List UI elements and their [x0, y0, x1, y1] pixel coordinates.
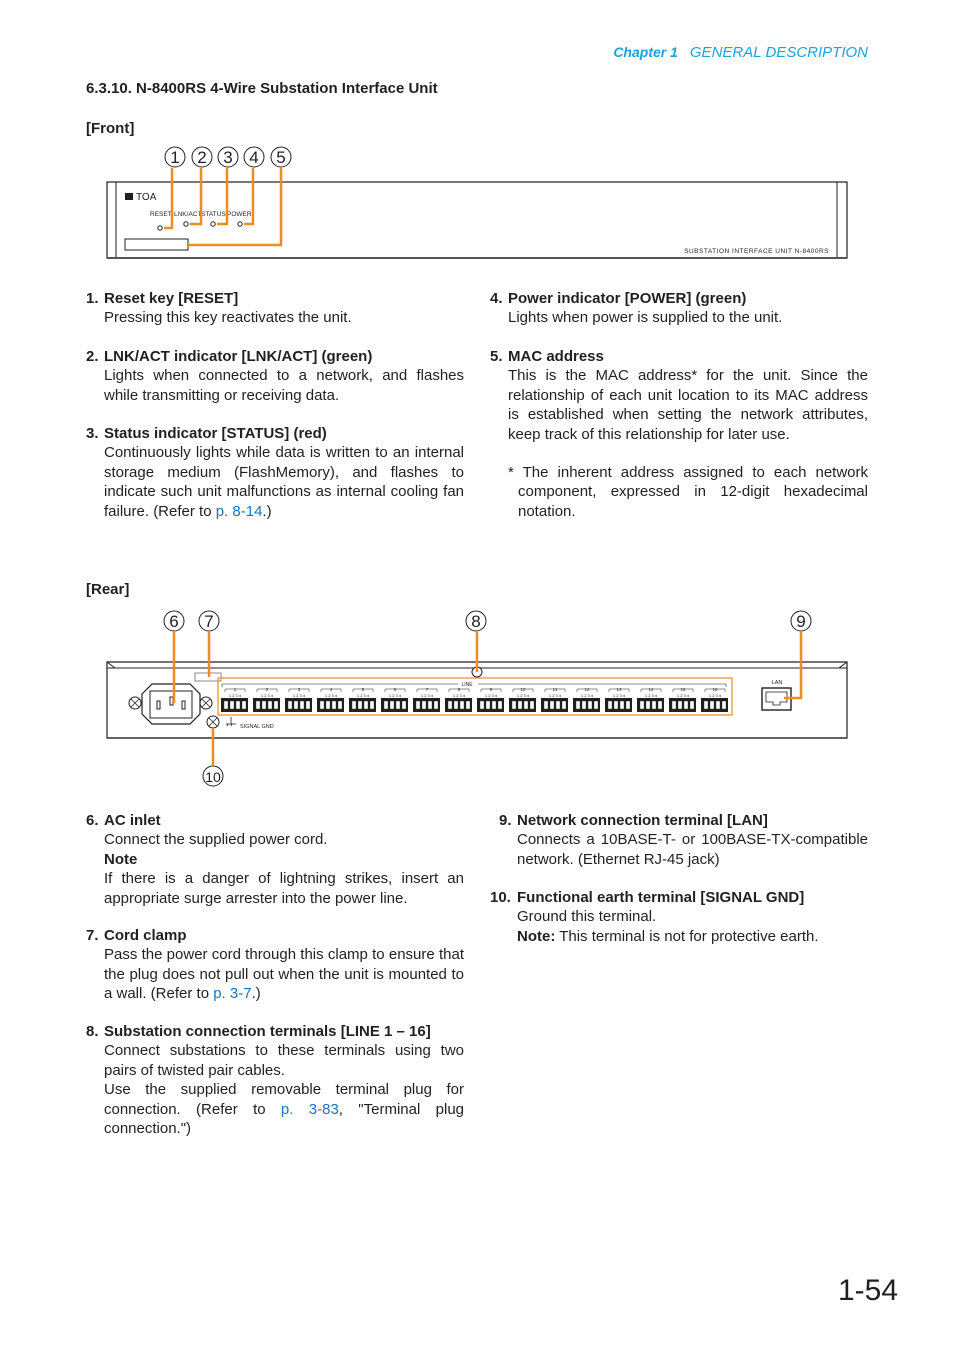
mac-address-label	[124, 238, 189, 251]
svg-text:LINE: LINE	[461, 682, 473, 688]
rear-item-9: 9. Network connection terminal [LAN] Conn…	[499, 812, 868, 868]
svg-text:4: 4	[249, 148, 258, 167]
svg-text:1 2 3 4: 1 2 3 4	[485, 693, 498, 698]
svg-text:SIGNAL GND: SIGNAL GND	[240, 724, 274, 730]
svg-text:1 2 3 4: 1 2 3 4	[581, 693, 594, 698]
svg-text:12: 12	[584, 687, 590, 692]
svg-text:1 2 3 4: 1 2 3 4	[613, 693, 626, 698]
svg-text:LAN: LAN	[772, 680, 783, 686]
reset-key	[157, 225, 163, 231]
page-link[interactable]: p. 8-14	[216, 503, 263, 520]
svg-text:10: 10	[205, 769, 221, 785]
svg-text:8: 8	[471, 612, 480, 631]
reset-label: RESET	[150, 211, 172, 218]
rear-panel-diagram: SIGNAL GND LINE 11 2 3 421 2 3 431 2 3 4…	[106, 610, 848, 787]
svg-text:1 2 3 4: 1 2 3 4	[549, 693, 562, 698]
page-number: 1-54	[837, 1274, 898, 1307]
callout-4: 4	[243, 146, 265, 168]
callout-1: 1	[164, 146, 186, 168]
callout-5: 5	[270, 146, 292, 168]
svg-text:1 2 3 4: 1 2 3 4	[645, 693, 658, 698]
model-text: SUBSTATION INTERFACE UNIT N-8400RS	[684, 248, 829, 255]
status-label: STATUS	[201, 211, 226, 218]
front-label: [Front]	[86, 120, 135, 137]
svg-text:TOA: TOA	[136, 192, 157, 203]
status-led	[210, 221, 216, 227]
chapter-label: Chapter 1	[613, 44, 678, 60]
svg-text:1 2 3 4: 1 2 3 4	[261, 693, 274, 698]
rear-item-8: 8. Substation connection terminals [LINE …	[86, 1023, 464, 1138]
page-link[interactable]: p. 3-83	[281, 1101, 339, 1118]
svg-text:13: 13	[616, 687, 622, 692]
front-panel-diagram: TOA RESET LNK/ACT STATUS POWER SUBSTATIO…	[106, 146, 848, 259]
page-link[interactable]: p. 3-7	[213, 985, 251, 1002]
rear-item-7: 7. Cord clamp Pass the power cord through…	[86, 927, 464, 1003]
svg-text:14: 14	[648, 687, 654, 692]
svg-text:11: 11	[553, 687, 558, 692]
callout-10: 10	[202, 765, 224, 787]
running-header: Chapter 1 GENERAL DESCRIPTION	[613, 44, 868, 61]
lnk-act-label: LNK/ACT	[174, 211, 201, 218]
svg-text:5: 5	[276, 148, 285, 167]
svg-text:3: 3	[223, 148, 232, 167]
front-item-2: 2. LNK/ACT indicator [LNK/ACT] (green) Li…	[86, 348, 464, 404]
svg-text:1 2 3 4: 1 2 3 4	[709, 693, 722, 698]
power-led	[237, 221, 243, 227]
rear-item-10: 10. Functional earth terminal [SIGNAL GND…	[490, 889, 819, 945]
front-item-4: 4. Power indicator [POWER] (green) Lights…	[490, 290, 783, 327]
svg-text:1 2 3 4: 1 2 3 4	[389, 693, 402, 698]
front-callouts: 12345	[164, 146, 292, 168]
svg-text:9: 9	[796, 612, 805, 631]
chapter-title: GENERAL DESCRIPTION	[689, 44, 868, 61]
svg-text:1 2 3 4: 1 2 3 4	[325, 693, 338, 698]
front-item-3: 3. Status indicator [STATUS] (red) Contin…	[86, 425, 464, 520]
svg-text:1 2 3 4: 1 2 3 4	[421, 693, 434, 698]
rear-label: [Rear]	[86, 581, 130, 598]
svg-text:1 2 3 4: 1 2 3 4	[517, 693, 530, 698]
callout-9: 9	[790, 610, 812, 632]
svg-text:2: 2	[197, 148, 206, 167]
rear-item-6: 6. AC inlet Connect the supplied power co…	[86, 812, 464, 907]
lnk-act-led	[183, 221, 189, 227]
svg-text:1 2 3 4: 1 2 3 4	[293, 693, 306, 698]
mac-footnote: * The inherent address assigned to each …	[508, 464, 868, 520]
svg-text:16: 16	[712, 687, 718, 692]
svg-text:15: 15	[680, 687, 686, 692]
callout-8: 8	[465, 610, 487, 632]
callout-6: 6	[163, 610, 185, 632]
front-item-1: 1. Reset key [RESET] Pressing this key re…	[86, 290, 352, 327]
callout-3: 3	[217, 146, 239, 168]
callout-7: 7	[198, 610, 220, 632]
section-title: 6.3.10. N-8400RS 4-Wire Substation Inter…	[86, 80, 438, 97]
svg-text:7: 7	[204, 612, 213, 631]
svg-text:1: 1	[170, 148, 179, 167]
svg-text:1 2 3 4: 1 2 3 4	[229, 693, 242, 698]
svg-text:1 2 3 4: 1 2 3 4	[453, 693, 466, 698]
front-panel	[106, 181, 848, 259]
svg-text:1 2 3 4: 1 2 3 4	[677, 693, 690, 698]
power-label: POWER	[227, 211, 252, 218]
svg-text:10: 10	[520, 687, 526, 692]
callout-2: 2	[191, 146, 213, 168]
svg-text:1 2 3 4: 1 2 3 4	[357, 693, 370, 698]
svg-text:6: 6	[169, 612, 178, 631]
front-item-5: 5. MAC address This is the MAC address* f…	[490, 348, 868, 520]
